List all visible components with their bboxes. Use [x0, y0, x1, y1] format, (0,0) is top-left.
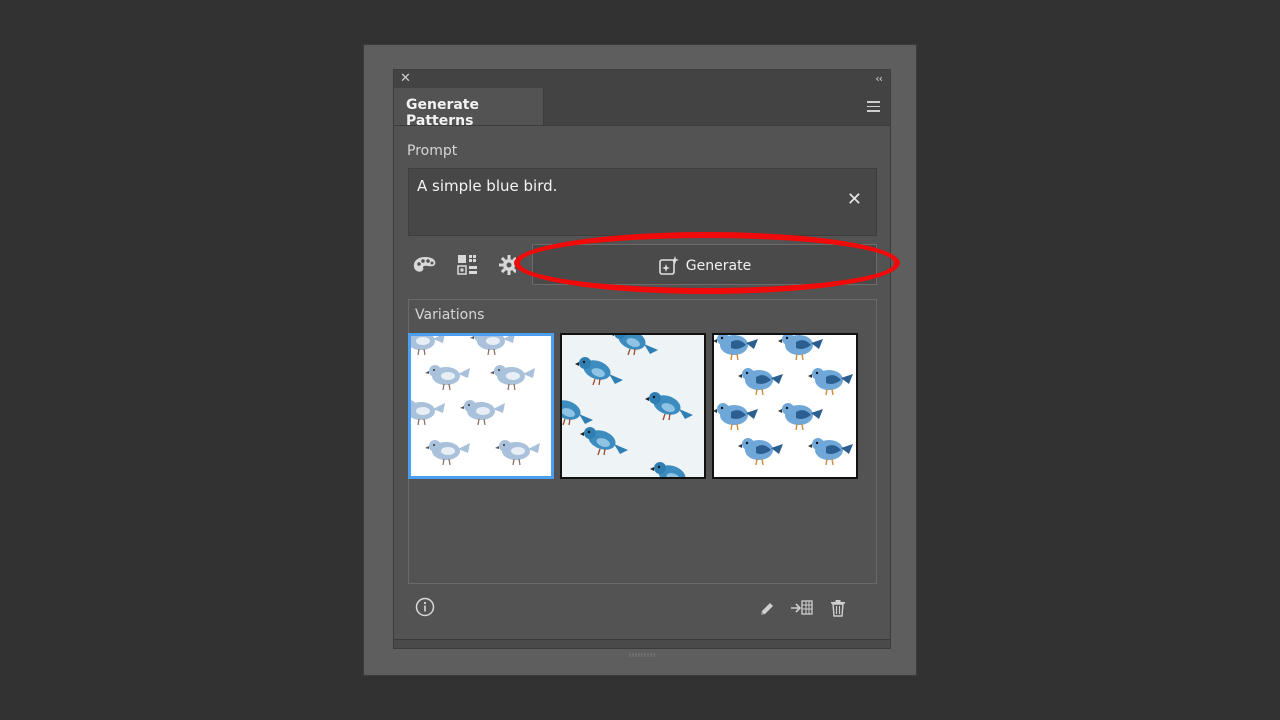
prompt-input[interactable]: A simple blue bird. ✕ [408, 168, 877, 236]
resize-grip[interactable] [628, 642, 656, 657]
hamburger-menu-icon[interactable] [867, 101, 880, 112]
generate-label: Generate [685, 258, 752, 274]
generate-button[interactable]: Generate [532, 244, 877, 285]
variations-label: Variations [415, 307, 485, 323]
pencil-icon[interactable] [758, 600, 776, 622]
panel-tab-row: Generate Patterns [394, 88, 890, 129]
collapse-chevrons-icon[interactable]: ‹‹ [875, 71, 883, 87]
panel-title: Generate Patterns [406, 97, 479, 129]
generate-sparkle-icon [658, 256, 679, 275]
panel-titlebar: ✕ ‹‹ [394, 70, 890, 89]
pattern-grid-icon[interactable] [457, 254, 481, 276]
variation-thumbnail-2[interactable] [560, 333, 706, 479]
gear-icon[interactable] [498, 254, 516, 276]
prompt-text[interactable]: A simple blue bird. [417, 177, 557, 195]
info-icon[interactable] [415, 597, 435, 621]
apply-to-swatch-icon[interactable] [790, 599, 814, 621]
tab-generate-patterns[interactable]: Generate Patterns [394, 88, 544, 129]
palette-icon[interactable] [412, 254, 436, 276]
generate-patterns-panel: ✕ ‹‹ Generate Patterns Prompt A simple b… [393, 69, 900, 657]
variation-thumbnail-1[interactable] [408, 333, 554, 479]
trash-icon[interactable] [830, 599, 846, 621]
close-icon[interactable]: ✕ [400, 71, 411, 87]
variation-thumbnail-3[interactable] [712, 333, 858, 479]
clear-prompt-icon[interactable]: ✕ [847, 189, 862, 211]
prompt-label: Prompt [407, 143, 458, 159]
